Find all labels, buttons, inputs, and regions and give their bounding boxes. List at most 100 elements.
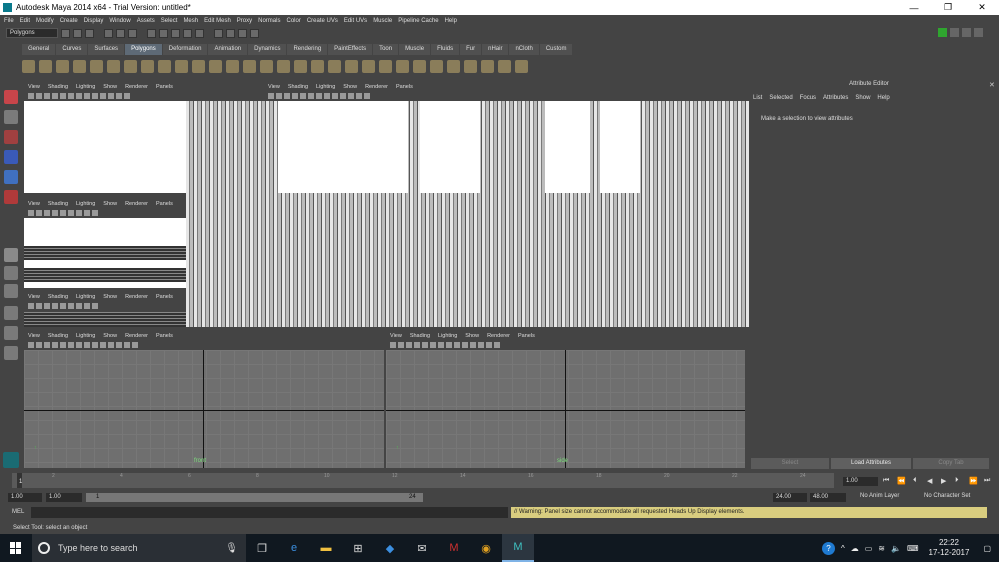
chrome-icon[interactable]: ◉ [470, 534, 502, 562]
task-view-icon[interactable]: ❐ [246, 534, 278, 562]
resolution-gate-icon[interactable] [68, 93, 74, 99]
keyboard-icon[interactable]: ⌨ [907, 544, 919, 553]
shelf-tab-painteffects[interactable]: PaintEffects [328, 44, 373, 55]
menu-create[interactable]: Create [60, 18, 78, 24]
menu-set-dropdown[interactable]: Polygons [6, 28, 58, 38]
merge-icon[interactable] [413, 59, 426, 73]
wireframe-icon[interactable] [316, 93, 322, 99]
shelf-tab-fur[interactable]: Fur [460, 44, 482, 55]
select-tool-icon[interactable] [4, 90, 18, 104]
film-gate-icon[interactable] [60, 342, 66, 348]
attr-menu-show[interactable]: Show [855, 95, 870, 101]
menu-edit-mesh[interactable]: Edit Mesh [204, 18, 231, 24]
wireframe-icon[interactable] [76, 342, 82, 348]
menu-color[interactable]: Color [286, 18, 300, 24]
open-scene-icon[interactable] [73, 28, 82, 38]
film-gate-icon[interactable] [60, 210, 66, 216]
select-button[interactable]: Select [751, 458, 829, 469]
attribute-editor-toggle-icon[interactable] [962, 28, 971, 37]
isolate-select-icon[interactable] [124, 342, 130, 348]
image-plane-icon[interactable] [284, 93, 290, 99]
clock[interactable]: 22:22 17-12-2017 [929, 538, 970, 558]
menu-modify[interactable]: Modify [36, 18, 54, 24]
edge-browser-icon[interactable]: e [278, 534, 310, 562]
shelf-tab-toon[interactable]: Toon [373, 44, 399, 55]
panel-menu-view[interactable]: View [28, 294, 40, 300]
menu-normals[interactable]: Normals [258, 18, 280, 24]
resolution-gate-icon[interactable] [308, 93, 314, 99]
new-scene-icon[interactable] [61, 28, 70, 38]
isolate-select-icon[interactable] [124, 93, 130, 99]
wireframe-icon[interactable] [76, 93, 82, 99]
panel-menu-lighting[interactable]: Lighting [76, 294, 95, 300]
go-to-start-icon[interactable]: ⏮ [883, 477, 889, 485]
poly-cone-icon[interactable] [73, 59, 86, 73]
film-gate-icon[interactable] [422, 342, 428, 348]
menu-edit[interactable]: Edit [20, 18, 30, 24]
grid-toggle-icon[interactable] [292, 93, 298, 99]
wireframe-icon[interactable] [76, 303, 82, 309]
mcafee-icon[interactable]: M [438, 534, 470, 562]
poly-platonic-icon[interactable] [192, 59, 205, 73]
grid-toggle-icon[interactable] [52, 342, 58, 348]
extract-icon[interactable] [243, 59, 256, 73]
shadows-icon[interactable] [108, 93, 114, 99]
resolution-gate-icon[interactable] [68, 210, 74, 216]
image-plane-icon[interactable] [44, 342, 50, 348]
panel-menu-show[interactable]: Show [465, 333, 479, 339]
make-live-icon[interactable] [195, 28, 204, 38]
panel-menu-view[interactable]: View [28, 84, 40, 90]
mel-label[interactable]: MEL [12, 509, 24, 515]
menu-create-uvs[interactable]: Create UVs [307, 18, 338, 24]
textured-icon[interactable] [92, 93, 98, 99]
panel-menu-renderer[interactable]: Renderer [365, 84, 388, 90]
maximize-button[interactable]: ❐ [931, 2, 965, 13]
smooth-shade-icon[interactable] [84, 303, 90, 309]
step-forward-key-icon[interactable]: ⏩ [969, 477, 978, 485]
camera-attributes-icon[interactable] [28, 342, 34, 348]
textured-icon[interactable] [92, 210, 98, 216]
step-forward-frame-icon[interactable]: ⏵ [955, 477, 959, 485]
insert-edge-loop-icon[interactable] [362, 59, 375, 73]
panel-menu-renderer[interactable]: Renderer [125, 201, 148, 207]
layout-four-icon[interactable] [4, 266, 18, 280]
menu-edit-uvs[interactable]: Edit UVs [344, 18, 367, 24]
bookmark-icon[interactable] [276, 93, 282, 99]
camera-attributes-icon[interactable] [28, 210, 34, 216]
poly-torus-icon[interactable] [107, 59, 120, 73]
wifi-icon[interactable]: ≋ [878, 544, 885, 553]
smooth-shade-icon[interactable] [446, 342, 452, 348]
taskbar-search[interactable]: Type here to search 🎙 [32, 534, 246, 562]
bridge-icon[interactable] [311, 59, 324, 73]
panel-menu-view[interactable]: View [28, 201, 40, 207]
textured-icon[interactable] [454, 342, 460, 348]
mail-icon[interactable]: ✉ [406, 534, 438, 562]
move-tool-icon[interactable] [4, 150, 18, 164]
play-backwards-icon[interactable]: ◀ [927, 477, 932, 485]
viewport-front[interactable]: ↑ front [24, 350, 384, 468]
time-slider-track[interactable]: 1 2 4 6 8 10 12 14 16 18 20 22 24 [12, 473, 834, 488]
hud-icon[interactable] [494, 342, 500, 348]
notifications-icon[interactable]: ▢ [983, 544, 991, 553]
shelf-tab-animation[interactable]: Animation [208, 44, 248, 55]
attr-menu-selected[interactable]: Selected [769, 95, 792, 101]
minimize-button[interactable]: — [897, 3, 931, 13]
film-gate-icon[interactable] [60, 303, 66, 309]
snap-point-icon[interactable] [171, 28, 180, 38]
panel-menu-shading[interactable]: Shading [288, 84, 308, 90]
append-polygon-icon[interactable] [328, 59, 341, 73]
panel-menu-shading[interactable]: Shading [48, 84, 68, 90]
scale-tool-icon[interactable] [4, 190, 18, 204]
separate-icon[interactable] [226, 59, 239, 73]
film-gate-icon[interactable] [60, 93, 66, 99]
xray-icon[interactable] [356, 93, 362, 99]
layout-single-icon[interactable] [4, 248, 18, 262]
duplicate-face-icon[interactable] [464, 59, 477, 73]
panel-menu-show[interactable]: Show [103, 333, 117, 339]
store-icon[interactable]: ⊞ [342, 534, 374, 562]
grid-toggle-icon[interactable] [414, 342, 420, 348]
battery-icon[interactable]: ▭ [865, 544, 873, 553]
menu-display[interactable]: Display [84, 18, 104, 24]
playback-end-field[interactable]: 24.00 [773, 493, 807, 502]
windows-start-icon[interactable] [10, 542, 22, 554]
